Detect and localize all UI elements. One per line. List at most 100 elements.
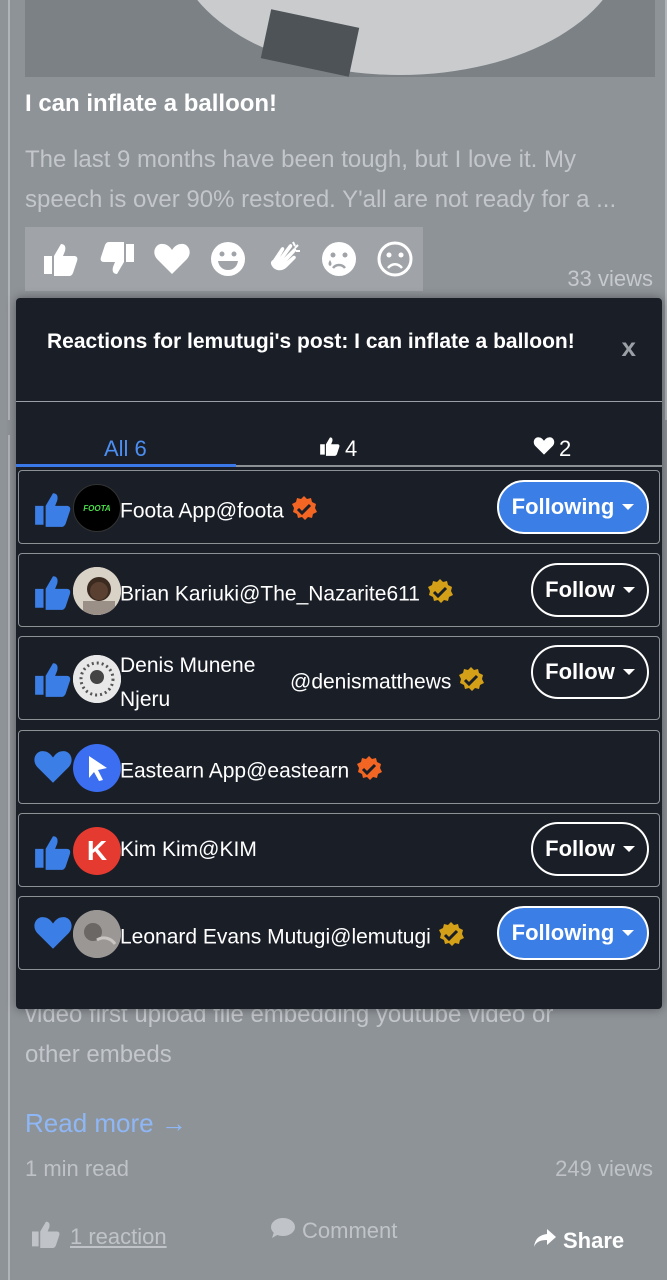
user-name: Kim Kim [120,838,199,861]
tab-likes[interactable]: 4 [319,436,357,462]
list-item[interactable]: Brian Kariuki@The_Nazarite611 Follow [18,553,660,627]
next-post-excerpt-line: other embeds [25,1041,172,1068]
tab-divider [236,465,662,467]
user-name-block[interactable]: Denis Munene Njeru [120,649,255,717]
thumbs-down-icon[interactable] [89,231,145,287]
user-name: Eastearn App [120,759,247,783]
chevron-down-icon [622,504,635,510]
post-title[interactable]: I can inflate a balloon! [25,90,277,118]
thumbs-up-icon [33,834,73,870]
thumbs-up-icon [33,574,73,610]
reaction-tabs: All 6 4 2 [16,402,662,470]
user-handle: @eastearn [246,759,350,783]
tab-hearts-count: 2 [559,436,572,461]
user-name: Foota App [120,499,216,523]
button-label: Following [511,494,615,519]
following-button[interactable]: Following [497,480,649,534]
close-button[interactable]: x [622,332,636,363]
user-handle: @foota [215,499,284,523]
verified-badge-icon [457,666,485,700]
reaction-count-link[interactable]: 1 reaction [70,1224,167,1250]
modal-title: Reactions for lemutugi's post: I can inf… [47,330,575,353]
user-name: Njeru [120,688,171,711]
user-handle: @denismatthews [290,670,452,694]
tab-hearts[interactable]: 2 [533,436,571,462]
tab-all[interactable]: All 6 [104,436,147,462]
post-views: 33 views [567,266,653,291]
heart-icon [33,915,73,951]
avatar[interactable] [73,910,121,958]
user-handle-line[interactable]: @denismatthews [290,666,485,700]
post-excerpt: The last 9 months have been tough, but I… [25,146,617,213]
modal-header: Reactions for lemutugi's post: I can inf… [16,298,662,402]
follow-button[interactable]: Follow [531,563,649,617]
verified-badge-icon [437,921,465,955]
heart-icon[interactable] [144,231,200,287]
list-item[interactable]: FOOTA Foota App@foota Following [18,470,660,544]
grin-icon[interactable] [200,231,256,287]
frown-icon[interactable] [367,231,423,287]
list-item[interactable]: Leonard Evans Mutugi@lemutugi Following [18,896,660,970]
share-icon [533,1228,557,1254]
chevron-down-icon [622,846,635,852]
thumbs-up-icon[interactable] [33,231,89,287]
next-post-views: 249 views [555,1156,653,1181]
avatar[interactable] [73,567,121,615]
chevron-down-icon [622,669,635,675]
post-image[interactable] [25,0,655,77]
thumbs-up-icon [33,661,73,697]
avatar[interactable]: K [73,827,121,875]
user-handle: @KIM [198,838,257,861]
share-label: Share [563,1228,625,1253]
thumbs-up-icon [319,436,341,462]
verified-badge-icon [290,495,318,529]
button-label: Following [511,920,615,945]
comment-label: Comment [302,1218,398,1243]
avatar[interactable]: FOOTA [73,484,121,532]
user-name-line[interactable]: Brian Kariuki@The_Nazarite611 [120,578,454,612]
following-button[interactable]: Following [497,906,649,960]
read-more-link[interactable]: Read more → [25,1108,187,1139]
share-button[interactable]: Share [533,1228,624,1254]
comment-button[interactable]: Comment [270,1217,397,1245]
button-label: Follow [545,659,615,684]
thumbs-up-icon [30,1220,62,1254]
comment-icon [270,1217,296,1245]
card-border [8,435,10,1280]
avatar-text: K [86,835,108,866]
button-label: Follow [545,577,615,602]
chevron-down-icon [622,587,635,593]
reactions-modal: Reactions for lemutugi's post: I can inf… [16,298,662,1009]
user-name: Brian Kariuki [120,582,240,606]
avatar[interactable] [73,655,121,703]
user-name-line[interactable]: Foota App@foota [120,495,318,529]
user-name-line[interactable]: Kim Kim@KIM [120,838,257,862]
user-name-line[interactable]: Leonard Evans Mutugi@lemutugi [120,921,465,955]
card-border [8,0,10,420]
heart-icon [33,749,73,785]
user-handle: @The_Nazarite611 [239,582,420,606]
user-handle: @lemutugi [330,925,431,949]
list-item[interactable]: K Kim Kim@KIM Follow [18,813,660,887]
avatar-text: FOOTA [83,503,111,513]
post-actions: 1 reaction Comment Share [0,1212,667,1262]
reaction-button[interactable]: 1 reaction [30,1220,167,1254]
user-name: Leonard Evans Mutugi [120,925,331,949]
list-item[interactable]: Eastearn App@eastearn [18,730,660,804]
follow-button[interactable]: Follow [531,645,649,699]
follow-button[interactable]: Follow [531,822,649,876]
verified-badge-icon [355,755,383,789]
read-time: 1 min read [25,1156,129,1181]
thumbs-up-icon [33,491,73,527]
user-name: Denis Munene [120,654,256,677]
tab-all-label: All 6 [104,436,147,461]
avatar[interactable] [73,744,121,792]
tab-likes-count: 4 [345,436,358,461]
user-name-line[interactable]: Eastearn App@eastearn [120,755,383,789]
clap-icon[interactable] [256,231,312,287]
sad-tear-icon[interactable] [312,231,368,287]
list-item[interactable]: Denis Munene Njeru @denismatthews Follow [18,636,660,720]
verified-badge-icon [426,578,454,612]
chevron-down-icon [622,930,635,936]
button-label: Follow [545,836,615,861]
